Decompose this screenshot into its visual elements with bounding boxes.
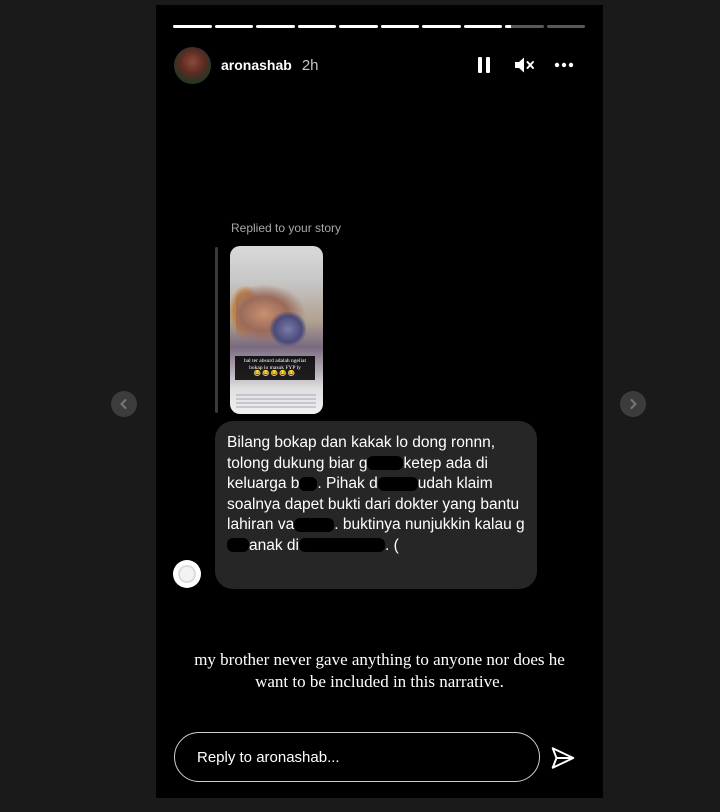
story-thumbnail[interactable]: hal ter absurd adalah ngeliat bokap lo m… [230,246,323,414]
progress-segment-fill [463,25,502,28]
more-icon[interactable] [552,53,576,77]
thumbnail-caption-text: hal ter absurd adalah ngeliat bokap lo m… [243,358,306,371]
thumbnail-figure-cap [270,312,306,346]
progress-segment-fill [339,25,378,28]
progress-segment-fill [422,25,461,28]
progress-segment [297,25,336,28]
reply-quote-bar [215,247,218,413]
sender-avatar[interactable] [173,560,201,588]
message-text-part: anak di [249,536,299,554]
send-button[interactable] [548,743,578,773]
previous-story-button[interactable] [111,391,137,417]
redacted-block [294,517,335,532]
mute-icon[interactable] [512,53,536,77]
reply-input[interactable]: Reply to aronashab... [174,732,540,782]
progress-segment [546,25,585,28]
progress-segment [214,25,253,28]
progress-segment-fill [214,25,253,28]
story-viewer: aronashab 2h Replied to your story hal t… [156,5,603,798]
progress-segment-fill [505,25,511,28]
story-progress-bar [173,25,585,28]
thumbnail-caption: hal ter absurd adalah ngeliat bokap lo m… [235,356,315,380]
progress-segment [422,25,461,28]
progress-segment-fill [256,25,295,28]
progress-segment [380,25,419,28]
progress-segment-fill [297,25,336,28]
message-bubble: Bilang bokap dan kakak lo dong ronnn, to… [215,421,537,589]
avatar[interactable] [174,46,211,84]
redacted-block [367,456,404,471]
progress-segment [256,25,295,28]
replied-to-story-label: Replied to your story [231,221,342,235]
redacted-block [299,476,318,491]
progress-segment [505,25,544,28]
next-story-button[interactable] [620,391,646,417]
message-text-part: . Pihak d [317,475,378,492]
message-text-part: . ( [384,536,399,554]
pause-icon[interactable] [472,53,496,77]
thumbnail-caption-emoji: 😂😂😂😂😂 [253,371,297,377]
chevron-left-icon [120,399,127,409]
redacted-block [298,538,385,553]
story-caption: my brother never gave anything to anyone… [194,650,565,691]
redacted-block [227,538,249,553]
username[interactable]: aronashab [221,57,292,73]
default-avatar-icon [178,565,196,583]
thumbnail-text-lines [236,394,316,408]
redacted-block [377,476,418,491]
reply-input-placeholder: Reply to aronashab... [197,748,340,766]
progress-segment-fill [380,25,419,28]
progress-segment [339,25,378,28]
progress-segment [173,25,212,28]
send-icon [551,747,575,769]
progress-segment-fill [173,25,212,28]
message-text-part: . buktinya nunjukkin kalau g [334,516,525,533]
story-header: aronashab 2h [174,43,586,87]
time-ago: 2h [301,56,319,74]
progress-segment [463,25,502,28]
chevron-right-icon [630,399,637,409]
